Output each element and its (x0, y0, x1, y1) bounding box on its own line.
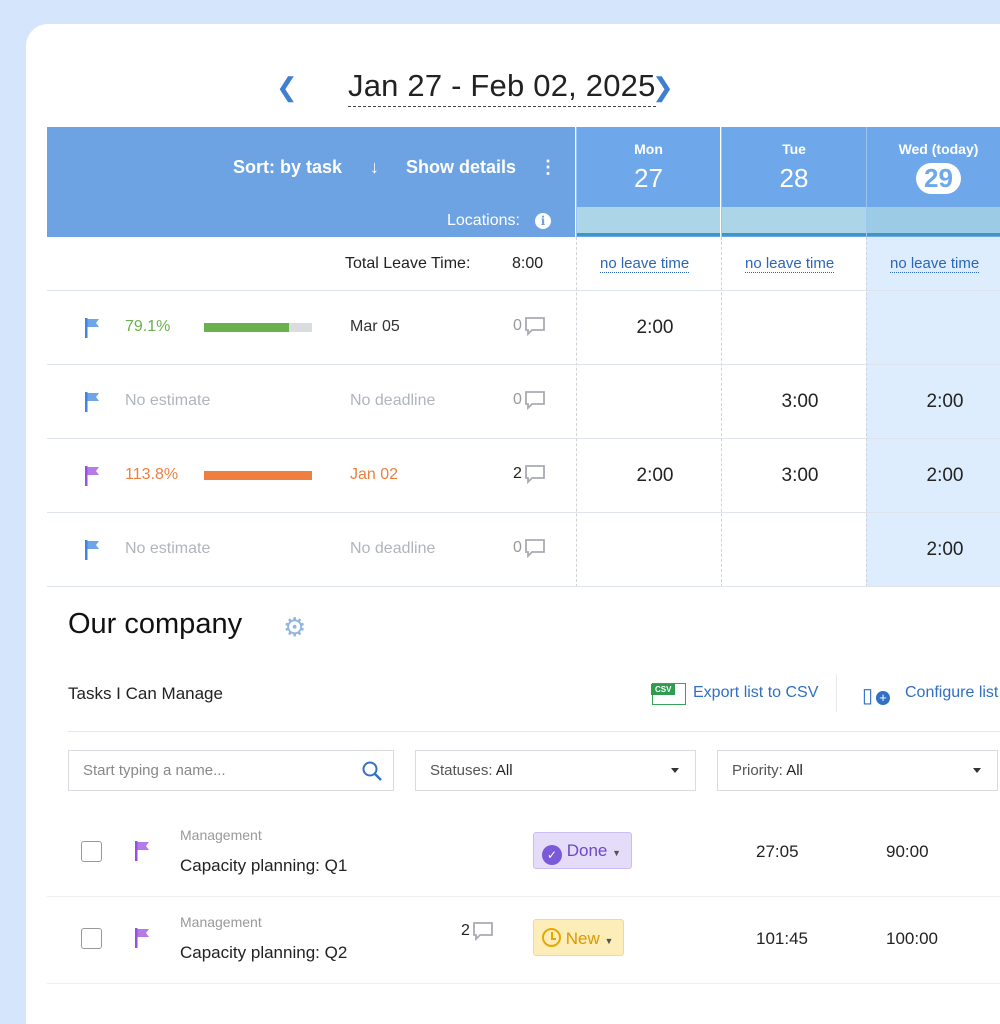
list-row[interactable]: Management Capacity planning: Q2 2 New ▼… (47, 897, 1000, 984)
comment-icon (522, 539, 546, 559)
day-date: 27 (634, 163, 663, 193)
hours-cell[interactable]: 3:00 (728, 391, 872, 413)
task-row[interactable]: 79.1% Mar 05 0 2:00 (47, 291, 1000, 365)
leave-link[interactable]: no leave time (745, 255, 835, 273)
day-header-mon: Mon 27 (576, 127, 720, 237)
clock-icon (542, 928, 561, 947)
hours-cell[interactable]: 2:00 (873, 465, 1000, 487)
comments[interactable]: 0 (513, 316, 546, 337)
deadline: No deadline (350, 392, 436, 409)
flag-icon (85, 540, 99, 560)
date-range[interactable]: Jan 27 - Feb 02, 2025 (348, 68, 656, 107)
hours-cell[interactable]: 2:00 (873, 391, 1000, 413)
arrow-down-icon[interactable]: ↓ (370, 157, 379, 178)
task-name[interactable]: Capacity planning: Q2 (180, 943, 347, 963)
row-checkbox[interactable] (81, 841, 102, 862)
project-name: Management (180, 914, 262, 930)
flag-icon (135, 928, 149, 948)
comment-icon (522, 391, 546, 411)
hours-cell[interactable]: 3:00 (728, 465, 872, 487)
day-name: Mon (634, 141, 663, 157)
configure-columns-icon: ▯ + (862, 683, 892, 707)
day-header-tue: Tue 28 (721, 127, 866, 237)
day-name: Wed (today) (898, 141, 979, 157)
caret-down-icon (973, 768, 981, 777)
progress-bar (204, 323, 312, 332)
search-input[interactable]: Start typing a name... (68, 750, 394, 791)
schedule-header: Sort: by task ↓ Show details ⋮ Locations… (47, 127, 1000, 237)
leave-link[interactable]: no leave time (890, 255, 980, 273)
comments[interactable]: 2 (461, 921, 494, 942)
estimate-time: 90:00 (886, 842, 929, 861)
caret-down-icon (671, 768, 679, 777)
flag-icon (85, 318, 99, 338)
chevron-right-icon[interactable]: ❯ (652, 72, 674, 103)
leave-link[interactable]: no leave time (600, 255, 690, 273)
deadline: Mar 05 (350, 318, 400, 335)
sort-button[interactable]: Sort: by task (233, 157, 342, 178)
locations-label: Locations: (447, 212, 520, 229)
estimate: 79.1% (125, 318, 171, 335)
comment-icon (522, 465, 546, 485)
tracked-time: 101:45 (756, 929, 808, 948)
estimate: No estimate (125, 540, 211, 557)
kebab-icon[interactable]: ⋮ (539, 157, 557, 178)
flag-icon (135, 841, 149, 861)
row-checkbox[interactable] (81, 928, 102, 949)
hours-cell[interactable]: 2:00 (583, 317, 727, 339)
tracked-time: 27:05 (756, 842, 799, 861)
deadline: No deadline (350, 540, 436, 557)
priority-select[interactable]: Priority: All (717, 750, 998, 791)
day-date: 28 (779, 163, 809, 193)
comments[interactable]: 2 (513, 464, 546, 485)
search-icon[interactable] (361, 760, 383, 782)
comments[interactable]: 0 (513, 538, 546, 559)
progress-bar (204, 471, 312, 480)
status-dropdown[interactable]: New ▼ (533, 919, 625, 956)
check-circle-icon: ✓ (542, 845, 562, 865)
flag-icon (85, 466, 99, 486)
show-details-button[interactable]: Show details (406, 157, 516, 178)
day-name: Tue (782, 141, 806, 157)
info-icon[interactable]: i (535, 213, 551, 229)
project-name: Management (180, 827, 262, 843)
company-title: Our company (68, 608, 243, 640)
comment-icon (470, 922, 494, 942)
task-row[interactable]: 113.8% Jan 02 2 2:00 3:00 2:00 (47, 439, 1000, 513)
main-card: ❮ Jan 27 - Feb 02, 2025 ❯ Sort: by task … (26, 24, 1000, 1024)
leave-total: 8:00 (512, 255, 544, 272)
day-header-wed-today: Wed (today) 29 (866, 127, 1000, 237)
gear-icon[interactable]: ⚙ (283, 612, 306, 643)
status-dropdown[interactable]: ✓ Done ▼ (533, 832, 633, 869)
task-row[interactable]: No estimate No deadline 0 3:00 2:00 (47, 365, 1000, 439)
hours-cell[interactable]: 2:00 (583, 465, 727, 487)
deadline: Jan 02 (350, 466, 399, 483)
comments[interactable]: 0 (513, 390, 546, 411)
list-row[interactable]: Management Capacity planning: Q1 ✓ Done … (47, 810, 1000, 897)
header-controls: Sort: by task ↓ Show details ⋮ Locations… (47, 127, 575, 237)
task-row[interactable]: No estimate No deadline 0 2:00 (47, 513, 1000, 587)
hours-cell[interactable]: 2:00 (873, 539, 1000, 561)
comment-icon (522, 317, 546, 337)
estimate: No estimate (125, 392, 211, 409)
date-navigator: ❮ Jan 27 - Feb 02, 2025 ❯ (276, 68, 716, 108)
csv-icon: CSV (651, 683, 686, 705)
section-subtitle: Tasks I Can Manage (68, 684, 223, 703)
task-name[interactable]: Capacity planning: Q1 (180, 856, 347, 876)
today-date: 29 (916, 163, 961, 194)
estimate: 113.8% (125, 466, 179, 483)
estimate-time: 100:00 (886, 929, 938, 948)
leave-row: Total Leave Time: 8:00 no leave time no … (47, 237, 1000, 291)
flag-icon (85, 392, 99, 412)
statuses-select[interactable]: Statuses: All (415, 750, 696, 791)
leave-label: Total Leave Time: (345, 255, 471, 272)
chevron-left-icon[interactable]: ❮ (276, 72, 298, 103)
